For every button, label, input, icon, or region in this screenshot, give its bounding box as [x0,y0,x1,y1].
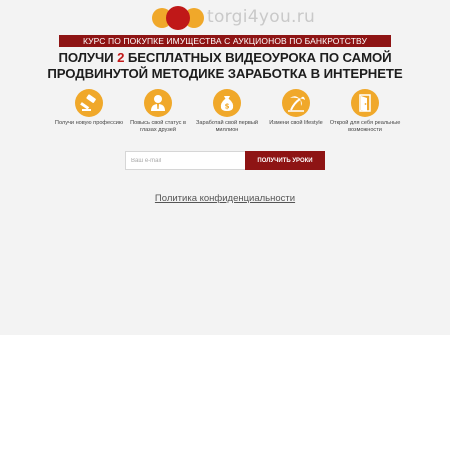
feature-lifestyle: Измени свой lifestyle [260,89,332,127]
door-icon [351,89,379,117]
site-logo[interactable]: torgi4you.ru [152,4,316,32]
logo-text: torgi4you.ru [207,7,316,27]
get-lessons-button[interactable]: ПОЛУЧИТЬ УРОКИ [245,151,325,170]
feature-profession: Получи новую профессию [53,89,125,127]
feature-label: Открой для себя реальные возможности [329,120,401,133]
page-headline: ПОЛУЧИ 2 БЕСПЛАТНЫХ ВИДЕОУРОКА ПО САМОЙ … [30,50,420,81]
feature-label: Получи новую профессию [54,120,124,126]
headline-part1: ПОЛУЧИ [58,50,118,65]
features-row: Получи новую профессию Повысь свой стату… [55,89,401,139]
feature-label: Заработай свой первый миллион [195,120,259,133]
businessman-icon [144,89,172,117]
email-input[interactable] [125,151,246,170]
palm-tree-icon [282,89,310,117]
feature-label: Повысь свой статус в глазах друзей [130,120,186,133]
course-banner: КУРС ПО ПОКУПКЕ ИМУЩЕСТВА С АУКЦИОНОВ ПО… [59,35,391,47]
feature-million: $ Заработай свой первый миллион [191,89,263,134]
three-circles-logo-icon [152,6,204,30]
privacy-policy-link[interactable]: Политика конфиденциальности [120,193,330,204]
feature-status: Повысь свой статус в глазах друзей [122,89,194,134]
money-bag-icon: $ [213,89,241,117]
svg-text:$: $ [225,103,230,111]
gavel-icon [75,89,103,117]
feature-opportunities: Открой для себя реальные возможности [329,89,401,134]
feature-label: Измени свой lifestyle [269,120,323,126]
